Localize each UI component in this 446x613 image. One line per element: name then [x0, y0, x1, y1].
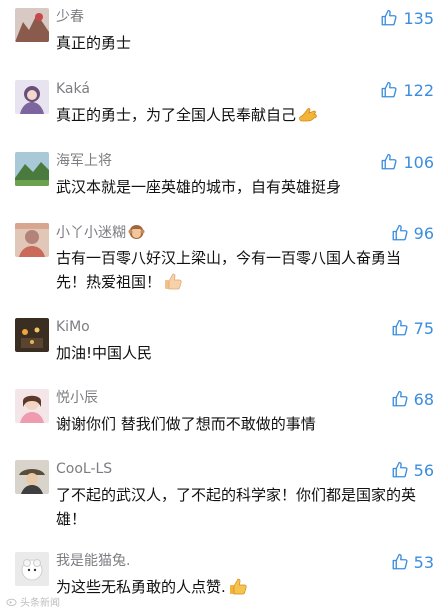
watermark-text: 头条新闻: [20, 598, 60, 609]
comment-text: 谢谢你们 替我们做了想而不敢做的事情: [56, 415, 316, 433]
thumbs-up-icon: [392, 553, 408, 570]
username[interactable]: 我是能猫兔.: [56, 552, 130, 570]
like-count: 106: [403, 152, 434, 172]
like-count: 96: [413, 223, 434, 243]
avatar[interactable]: [15, 552, 49, 586]
thumbs-up-icon: [382, 153, 397, 170]
like-count: 53: [413, 552, 434, 572]
thumbs-up-emoji-icon: [163, 272, 183, 290]
avatar[interactable]: [15, 389, 49, 423]
comment-text-content: 古有一百零八好汉上梁山，今有一百零八国人奋勇当先！热爱祖国！: [56, 249, 402, 291]
username[interactable]: Kaká: [56, 80, 90, 98]
comment-text: 了不起的武汉人，了不起的科学家！你们都是国家的英雄！: [56, 486, 417, 528]
avatar[interactable]: [15, 318, 49, 352]
username[interactable]: CooL-LS: [56, 460, 112, 478]
fist-bump-emoji-icon: [298, 105, 318, 123]
like-button[interactable]: 96: [391, 223, 434, 243]
like-count: 68: [413, 389, 434, 409]
username[interactable]: 海军上将: [56, 152, 112, 170]
username-text: 小丫小迷糊: [56, 225, 126, 241]
like-button[interactable]: 106: [380, 152, 434, 172]
comment-text: 真正的勇士: [56, 34, 132, 52]
watermark: 头条新闻: [6, 594, 60, 609]
avatar[interactable]: [15, 460, 49, 494]
avatar[interactable]: [15, 80, 49, 114]
thumbs-up-icon: [392, 390, 408, 407]
username[interactable]: 小丫小迷糊: [56, 223, 145, 242]
avatar[interactable]: [15, 152, 49, 186]
username[interactable]: 少春: [56, 8, 84, 26]
avatar[interactable]: [15, 8, 49, 42]
comment-text: 加油!中国人民: [56, 344, 153, 362]
like-button[interactable]: 122: [380, 80, 434, 100]
like-button[interactable]: 56: [391, 460, 434, 480]
comment-text-content: 为这些无私勇敢的人点赞.: [56, 578, 226, 596]
thumbs-up-icon: [392, 461, 408, 478]
thumbs-up-icon: [392, 224, 408, 241]
like-count: 56: [413, 460, 434, 480]
like-count: 135: [403, 8, 434, 28]
like-button[interactable]: 68: [391, 389, 434, 409]
thumbs-up-emoji-icon: [228, 577, 248, 595]
comment-text: 为这些无私勇敢的人点赞.: [56, 575, 426, 599]
avatar[interactable]: [15, 223, 49, 257]
thumbs-up-icon: [382, 9, 397, 26]
thumbs-up-icon: [392, 319, 408, 336]
comment-text-content: 真正的勇士，为了全国人民奉献自己: [56, 106, 297, 124]
like-button[interactable]: 135: [380, 8, 434, 28]
like-button[interactable]: 53: [391, 552, 434, 572]
comment-text: 古有一百零八好汉上梁山，今有一百零八国人奋勇当先！热爱祖国！: [56, 246, 426, 294]
like-count: 75: [413, 318, 434, 338]
comment-text: 真正的勇士，为了全国人民奉献自己: [56, 103, 426, 127]
username[interactable]: KiMo: [56, 318, 90, 336]
like-count: 122: [403, 80, 434, 100]
monkey-emoji-icon: [128, 223, 145, 240]
thumbs-up-icon: [382, 81, 397, 98]
username[interactable]: 悦小辰: [56, 389, 98, 407]
weibo-logo-icon: [6, 598, 17, 607]
like-button[interactable]: 75: [391, 318, 434, 338]
comment-text: 武汉本就是一座英雄的城市，自有英雄挺身: [56, 178, 342, 196]
